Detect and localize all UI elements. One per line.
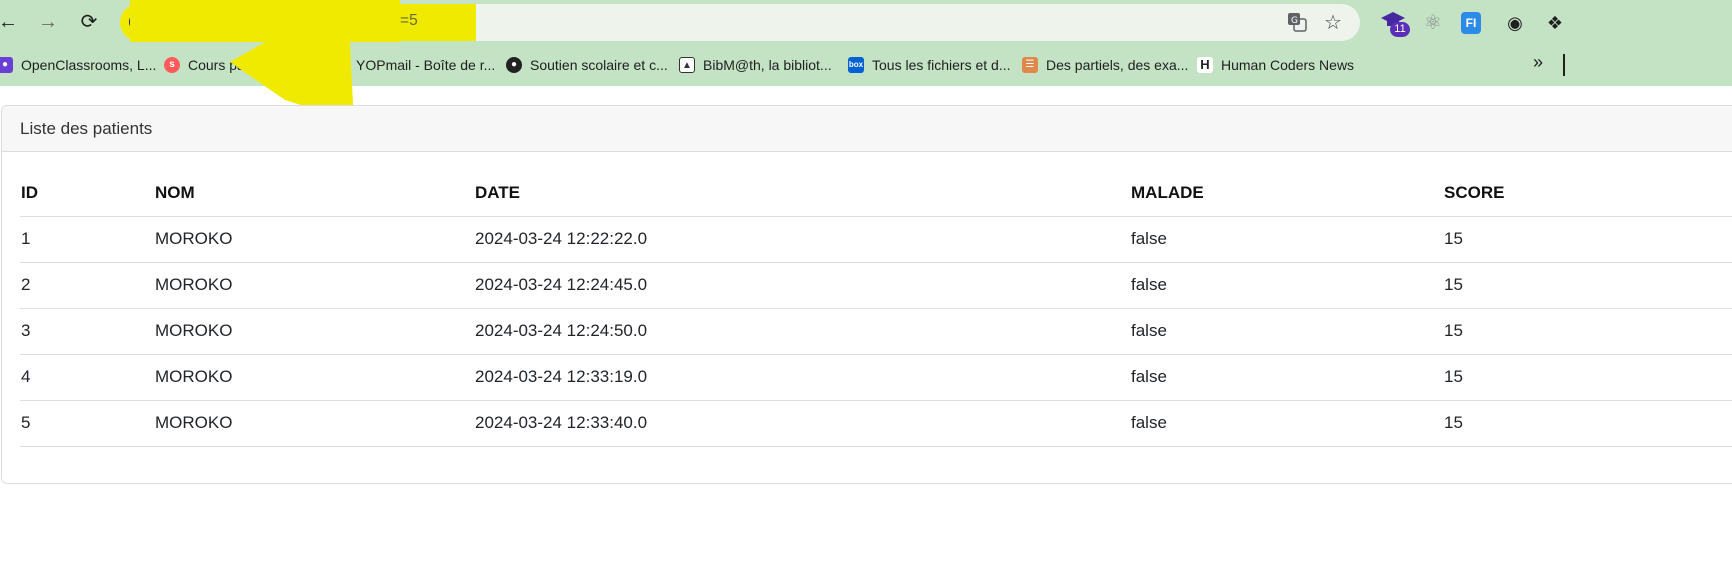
bookmark-human-coders[interactable]: H Human Coders News [1197, 55, 1354, 75]
card-title: Liste des patients [2, 106, 1732, 152]
bookmark-label: YOPmail - Boîte de r... [356, 57, 496, 73]
bookmark-label: BibM@th, la bibliot... [703, 57, 832, 73]
react-devtools-icon[interactable]: ⚛ [1420, 10, 1446, 36]
bookmark-label: Human Coders News [1221, 57, 1355, 73]
cell-id: 3 [20, 308, 155, 355]
superprof-icon: s [164, 57, 180, 73]
cell-score: 15 [1444, 400, 1732, 447]
table-header-row: ID NOM DATE MALADE SCORE [20, 170, 1732, 217]
bookmark-label: OpenClassrooms, L... [21, 57, 157, 73]
bookmark-box[interactable]: box Tous les fichiers et d... [848, 55, 1011, 75]
yopmail-icon: Y [332, 57, 348, 73]
cell-date: 2024-03-24 12:33:19.0 [475, 354, 1131, 401]
star-icon[interactable]: ☆ [1322, 12, 1344, 34]
humancoders-icon: H [1197, 57, 1213, 73]
cell-id: 2 [20, 262, 155, 309]
table-row: 2 MOROKO 2024-03-24 12:24:45.0 false 15 [20, 262, 1732, 309]
bookmark-label: Des partiels, des exa... [1046, 57, 1189, 73]
bookmark-bibmath[interactable]: ▲ BibM@th, la bibliot... [679, 55, 832, 75]
bibmath-icon: ▲ [679, 57, 695, 73]
table-row: 4 MOROKO 2024-03-24 12:33:19.0 false 15 [20, 354, 1732, 401]
cell-date: 2024-03-24 12:24:50.0 [475, 308, 1131, 355]
cell-id: 5 [20, 400, 155, 447]
cell-score: 15 [1444, 216, 1732, 263]
translate-icon[interactable]: G [1286, 12, 1308, 34]
cell-score: 15 [1444, 354, 1732, 401]
patients-table: ID NOM DATE MALADE SCORE 1 MOROKO 2024-0… [20, 170, 1732, 447]
column-header-id: ID [20, 170, 155, 217]
column-header-date: DATE [475, 170, 1131, 217]
cell-id: 4 [20, 354, 155, 401]
column-header-score: SCORE [1444, 170, 1732, 217]
bookmark-label: Tous les fichiers et d... [872, 57, 1011, 73]
cell-malade: false [1131, 216, 1444, 263]
cell-score: 15 [1444, 308, 1732, 355]
column-header-nom: NOM [155, 170, 475, 217]
eye-extension-icon[interactable]: ◉ [1502, 10, 1528, 36]
chevron-double-right-icon[interactable]: » [1533, 52, 1543, 73]
cell-date: 2024-03-24 12:33:40.0 [475, 400, 1131, 447]
svg-text:G: G [1291, 16, 1298, 26]
table-row: 3 MOROKO 2024-03-24 12:24:50.0 false 15 [20, 308, 1732, 355]
address-bar[interactable]: i localhost:8084/index?page=0&size=5 G ☆ [120, 4, 1360, 41]
column-header-malade: MALADE [1131, 170, 1444, 217]
cell-id: 1 [20, 216, 155, 263]
cell-date: 2024-03-24 12:22:22.0 [475, 216, 1131, 263]
cell-nom: MOROKO [155, 308, 475, 355]
globe-icon: ● [506, 57, 522, 73]
bookmark-label: Soutien scolaire et c... [530, 57, 668, 73]
bookmark-openclassrooms[interactable]: ● OpenClassrooms, L... [0, 55, 156, 75]
bookmark-label: Cours particuliers à... [188, 57, 321, 73]
cell-nom: MOROKO [155, 216, 475, 263]
cell-nom: MOROKO [155, 262, 475, 309]
cell-nom: MOROKO [155, 354, 475, 401]
cell-malade: false [1131, 308, 1444, 355]
books-icon: ☰ [1022, 57, 1038, 73]
bookmark-yopmail[interactable]: Y YOPmail - Boîte de r... [332, 55, 495, 75]
bookmarks-bar: ● OpenClassrooms, L... s Cours particuli… [0, 44, 1732, 86]
bookmarks-divider [1563, 54, 1565, 76]
box-icon: box [848, 57, 864, 73]
graduation-cap-extension-icon[interactable]: 11 [1380, 10, 1410, 37]
info-icon[interactable]: i [129, 12, 149, 32]
bookmark-cours-particuliers[interactable]: s Cours particuliers à... [164, 55, 320, 75]
cell-malade: false [1131, 400, 1444, 447]
cell-nom: MOROKO [155, 400, 475, 447]
extension-badge: 11 [1390, 22, 1410, 37]
patients-card: Liste des patients ID NOM DATE MALADE SC… [1, 105, 1732, 484]
url-text[interactable]: localhost:8084/index?page=0&size=5 [160, 12, 418, 30]
url-host: localhost [160, 12, 222, 29]
cell-score: 15 [1444, 262, 1732, 309]
url-path: :8084/index?page=0&size=5 [221, 12, 418, 29]
fi-extension-icon[interactable]: FI [1461, 12, 1481, 34]
extensions-puzzle-icon[interactable]: ❖ [1542, 10, 1568, 36]
cell-malade: false [1131, 354, 1444, 401]
openclassrooms-icon: ● [0, 57, 13, 73]
browser-toolbar: ← → ⟳ i localhost:8084/index?page=0&size… [0, 0, 1732, 44]
bookmark-partiels[interactable]: ☰ Des partiels, des exa... [1022, 55, 1188, 75]
cell-date: 2024-03-24 12:24:45.0 [475, 262, 1131, 309]
table-row: 5 MOROKO 2024-03-24 12:33:40.0 false 15 [20, 400, 1732, 447]
reload-icon[interactable]: ⟳ [77, 10, 101, 34]
bookmark-soutien-scolaire[interactable]: ● Soutien scolaire et c... [506, 55, 668, 75]
back-arrow-icon[interactable]: ← [0, 10, 20, 34]
table-row: 1 MOROKO 2024-03-24 12:22:22.0 false 15 [20, 216, 1732, 263]
cell-malade: false [1131, 262, 1444, 309]
forward-arrow-icon[interactable]: → [36, 10, 60, 34]
